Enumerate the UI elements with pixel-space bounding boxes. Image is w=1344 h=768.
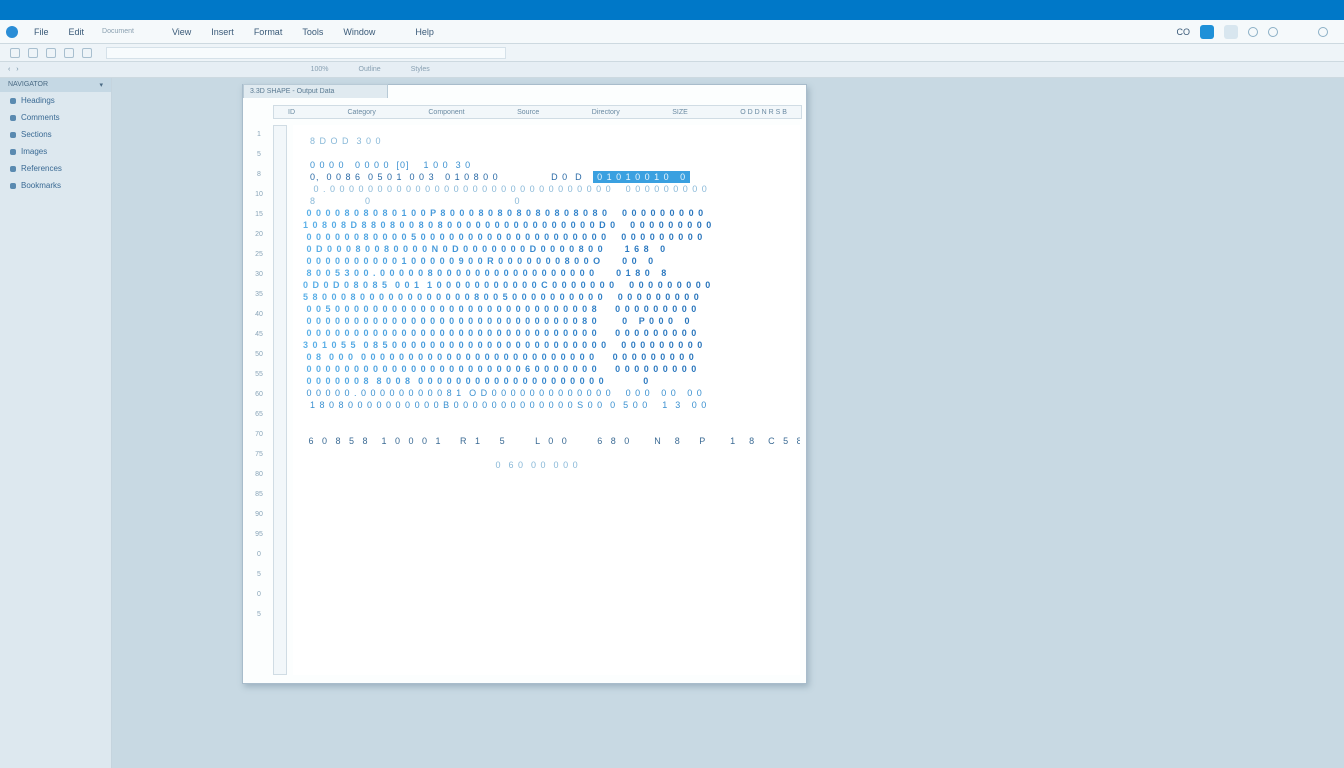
bullet-icon [10, 166, 16, 172]
bullet-icon [10, 98, 16, 104]
sidebar: NAVIGATOR▾ Headings Comments Sections Im… [0, 78, 112, 768]
notification-chip-icon[interactable] [1224, 25, 1238, 39]
sidebar-label: Bookmarks [21, 181, 61, 190]
sidebar-item-references[interactable]: References [0, 160, 111, 177]
ruler-col: SIZE [666, 109, 694, 116]
tool-new-icon[interactable] [10, 48, 20, 58]
toolbar-label-styles[interactable]: Styles [411, 66, 430, 73]
tool-cut-icon[interactable] [82, 48, 92, 58]
ruler-col: Component [422, 109, 470, 116]
menu-window[interactable]: Window [333, 27, 385, 37]
sync-icon[interactable] [1248, 27, 1258, 37]
bullet-icon [10, 115, 16, 121]
canvas: 3.3D SHAPE - Output Data ID Category Com… [112, 78, 1344, 768]
menu-help[interactable]: Help [405, 27, 444, 37]
document-page[interactable]: 8 D O D 3 0 0 0 0 0 0 0 0 0 0 [0] 1 0 0 … [293, 125, 800, 675]
sidebar-label: Sections [21, 130, 52, 139]
sidebar-item-images[interactable]: Images [0, 143, 111, 160]
workspace: NAVIGATOR▾ Headings Comments Sections Im… [0, 78, 1344, 768]
sidebar-label: Comments [21, 113, 60, 122]
menu-bar: File Edit Document View Insert Format To… [0, 20, 1344, 44]
sidebar-label: Images [21, 147, 47, 156]
ruler-col: O D D N R S B [734, 109, 793, 116]
sidebar-item-comments[interactable]: Comments [0, 109, 111, 126]
sidebar-item-sections[interactable]: Sections [0, 126, 111, 143]
tool-open-icon[interactable] [28, 48, 38, 58]
line-gutter: 1581015202530354045505560657075808590950… [249, 125, 269, 675]
help-icon[interactable] [1318, 27, 1328, 37]
tool-print-icon[interactable] [64, 48, 74, 58]
menu-subtitle: Document [94, 28, 142, 35]
sidebar-header-label: NAVIGATOR [8, 81, 48, 89]
ruler-horizontal: ID Category Component Source Directory S… [273, 105, 802, 119]
bullet-icon [10, 132, 16, 138]
sidebar-header: NAVIGATOR▾ [0, 78, 111, 92]
ruler-col: Directory [586, 109, 626, 116]
bullet-icon [10, 183, 16, 189]
ruler-col: Source [511, 109, 545, 116]
menu-file[interactable]: File [24, 27, 59, 37]
menu-insert[interactable]: Insert [201, 27, 244, 37]
sidebar-item-bookmarks[interactable]: Bookmarks [0, 177, 111, 194]
toolbar [0, 44, 1344, 62]
data-glyph-block: 8 D O D 3 0 0 0 0 0 0 0 0 0 0 [0] 1 0 0 … [303, 135, 790, 665]
toolbar-search-input[interactable] [106, 47, 506, 59]
sub-toolbar: ‹ › 100% Outline Styles [0, 62, 1344, 78]
account-chip-icon[interactable] [1200, 25, 1214, 39]
document-window: 3.3D SHAPE - Output Data ID Category Com… [242, 84, 807, 684]
sidebar-item-headings[interactable]: Headings [0, 92, 111, 109]
bullet-icon [10, 149, 16, 155]
account-avatar-icon[interactable] [6, 26, 18, 38]
ruler-col: Category [341, 109, 381, 116]
menu-edit[interactable]: Edit [59, 27, 95, 37]
sidebar-label: Headings [21, 96, 55, 105]
toolbar-label-outline[interactable]: Outline [359, 66, 381, 73]
nav-back-icon[interactable]: ‹ › [8, 66, 21, 73]
tool-save-icon[interactable] [46, 48, 56, 58]
sidebar-label: References [21, 164, 62, 173]
settings-gear-icon[interactable] [1268, 27, 1278, 37]
document-tab[interactable]: 3.3D SHAPE - Output Data [243, 84, 388, 98]
window-titlebar [0, 0, 1344, 20]
zoom-label[interactable]: 100% [311, 66, 329, 73]
account-label: CO [1177, 27, 1191, 37]
menu-format[interactable]: Format [244, 27, 293, 37]
ruler-col: ID [282, 109, 301, 116]
ruler-vertical [273, 125, 287, 675]
menu-view[interactable]: View [162, 27, 201, 37]
menu-tools[interactable]: Tools [292, 27, 333, 37]
